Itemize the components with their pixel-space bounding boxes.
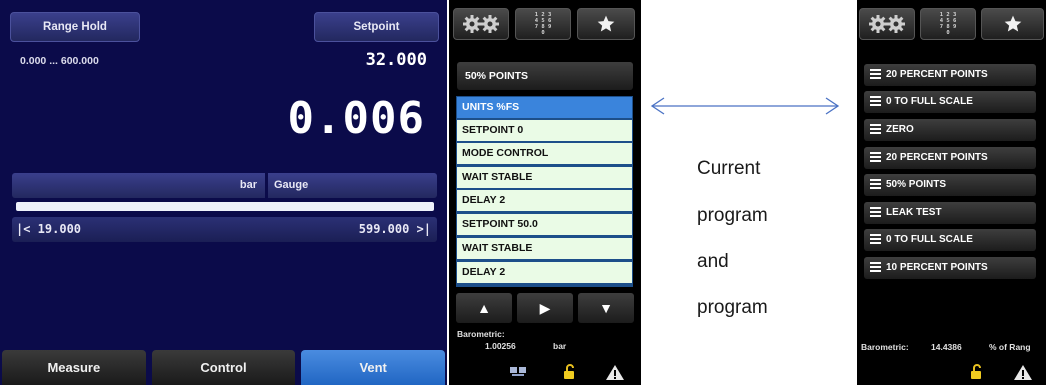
arrow-right-button[interactable]: ▶	[517, 293, 573, 323]
main-display: Range Hold Setpoint 0.000 ... 600.000 32…	[0, 0, 447, 385]
mode-tabs: Measure Control Vent	[0, 350, 447, 385]
program-list-item[interactable]: 0 TO FULL SCALE	[864, 91, 1036, 113]
hamburger-icon	[870, 124, 881, 136]
favorites-button[interactable]	[577, 8, 635, 40]
program-step[interactable]: WAIT STABLE	[457, 238, 632, 259]
hamburger-icon	[870, 152, 881, 164]
gears-icon	[463, 15, 499, 33]
double-arrow-icon	[650, 97, 840, 115]
range-text: 0.000 ... 600.000	[20, 55, 99, 67]
program-list-item[interactable]: 20 PERCENT POINTS	[864, 64, 1036, 86]
favorites-button[interactable]	[981, 8, 1044, 40]
unit-button[interactable]: bar	[12, 173, 265, 198]
program-step[interactable]: MODE CONTROL	[457, 143, 632, 164]
arrow-down-button[interactable]: ▼	[578, 293, 634, 323]
barometric-label: Barometric:	[457, 329, 505, 339]
numpad-button[interactable]: 1 2 34 5 67 8 90	[515, 8, 571, 40]
numpad-icon: 1 2 34 5 67 8 90	[939, 12, 957, 36]
program-list-item-label: 10 PERCENT POINTS	[886, 262, 988, 273]
star-icon	[1004, 15, 1021, 32]
arrow-up-button[interactable]: ▲	[456, 293, 512, 323]
hamburger-icon	[870, 179, 881, 191]
warning-icon[interactable]	[1013, 364, 1033, 381]
barometric-value: 1.00256	[485, 341, 516, 351]
program-title[interactable]: 50% POINTS	[457, 62, 633, 90]
program-step[interactable]: SETPOINT 0	[457, 120, 632, 141]
network-icon	[510, 367, 526, 376]
program-list-item-label: 0 TO FULL SCALE	[886, 96, 973, 107]
program-list-item[interactable]: 50% POINTS	[864, 174, 1036, 196]
hamburger-icon	[870, 96, 881, 108]
hamburger-icon	[870, 262, 881, 274]
setpoint-button[interactable]: Setpoint	[314, 12, 439, 42]
warning-icon[interactable]	[605, 364, 625, 381]
program-list-panel: 1 2 34 5 67 8 90 20 PERCENT POINTS 0 TO …	[857, 0, 1046, 385]
program-step[interactable]: WAIT STABLE	[457, 167, 632, 188]
barometric-label: Barometric:	[861, 342, 909, 352]
caption-line: program	[697, 205, 768, 226]
program-list-item[interactable]: 20 PERCENT POINTS	[864, 147, 1036, 169]
tab-vent[interactable]: Vent	[301, 350, 446, 385]
program-list-item-label: ZERO	[886, 124, 914, 135]
program-list-item[interactable]: 0 TO FULL SCALE	[864, 229, 1036, 251]
program-list-item-label: 20 PERCENT POINTS	[886, 69, 988, 80]
program-list-item-label: LEAK TEST	[886, 207, 942, 218]
arrow-up-icon: ▲	[477, 300, 491, 316]
star-icon	[597, 15, 615, 32]
pressure-reading: 0.006	[287, 93, 425, 144]
arrow-right-icon: ▶	[539, 299, 551, 316]
caption-line: program	[697, 297, 768, 318]
barometric-unit: bar	[553, 341, 567, 351]
program-panel: 1 2 34 5 67 8 90 50% POINTS UNITS %FS SE…	[449, 0, 641, 385]
tab-measure[interactable]: Measure	[2, 350, 146, 385]
hamburger-icon	[870, 207, 881, 219]
program-step[interactable]: UNITS %FS	[457, 97, 632, 118]
gears-icon	[869, 15, 905, 33]
program-step[interactable]: DELAY 2	[457, 190, 632, 211]
upper-limit[interactable]: 599.000 >|	[359, 217, 431, 242]
caption-line: and	[697, 251, 729, 272]
arrow-down-icon: ▼	[599, 300, 613, 316]
program-list-item-label: 0 TO FULL SCALE	[886, 234, 973, 245]
setpoint-value: 32.000	[365, 50, 427, 70]
program-steps: UNITS %FS SETPOINT 0 MODE CONTROL WAIT S…	[456, 96, 633, 287]
barometric-unit: % of Rang	[989, 342, 1031, 352]
program-step[interactable]: SETPOINT 50.0	[457, 214, 632, 235]
program-list-item[interactable]: ZERO	[864, 119, 1036, 141]
range-bar	[16, 202, 434, 211]
range-hold-button[interactable]: Range Hold	[10, 12, 140, 42]
caption-line: Current	[697, 158, 761, 179]
mode-button[interactable]: Gauge	[268, 173, 437, 198]
hamburger-icon	[870, 69, 881, 81]
program-step[interactable]: DELAY 2	[457, 262, 632, 283]
program-list-item[interactable]: 10 PERCENT POINTS	[864, 257, 1036, 279]
settings-button[interactable]	[453, 8, 509, 40]
tab-control[interactable]: Control	[151, 350, 296, 385]
unlock-icon[interactable]	[970, 364, 984, 380]
program-list-item-label: 20 PERCENT POINTS	[886, 152, 988, 163]
barometric-value: 14.4386	[931, 342, 962, 352]
limits-row: |< 19.000 599.000 >|	[12, 217, 437, 242]
program-list-item[interactable]: LEAK TEST	[864, 202, 1036, 224]
settings-button[interactable]	[859, 8, 915, 40]
unlock-icon[interactable]	[563, 364, 577, 380]
hamburger-icon	[870, 234, 881, 246]
unit-row: bar Gauge	[12, 173, 437, 198]
numpad-button[interactable]: 1 2 34 5 67 8 90	[920, 8, 976, 40]
numpad-icon: 1 2 34 5 67 8 90	[534, 12, 552, 36]
program-list-item-label: 50% POINTS	[886, 179, 947, 190]
lower-limit[interactable]: |< 19.000	[16, 217, 81, 242]
